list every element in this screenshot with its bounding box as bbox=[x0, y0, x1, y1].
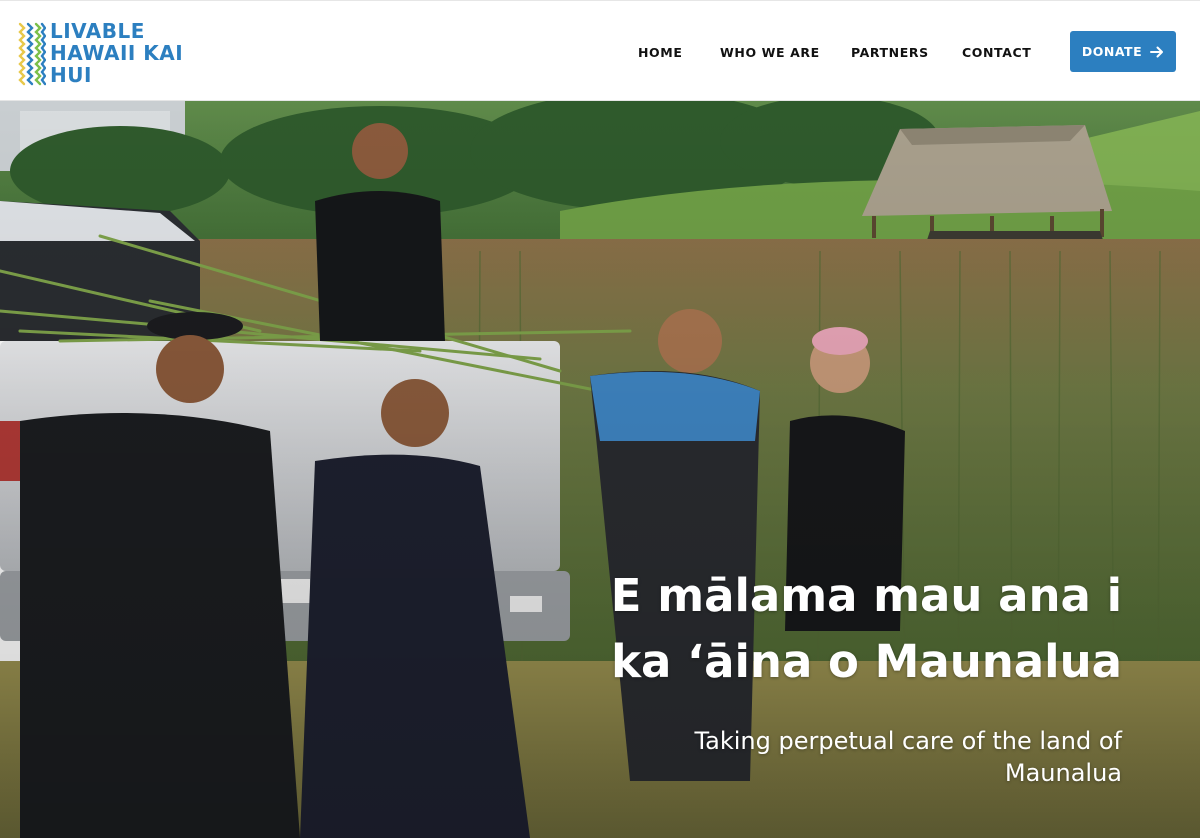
site-header: LIVABLE HAWAII KAI HUI HOME WHO WE ARE P… bbox=[0, 0, 1200, 101]
nav-partners[interactable]: PARTNERS bbox=[851, 45, 929, 60]
donate-button[interactable]: DONATE bbox=[1070, 31, 1176, 72]
hero-title: E mālama mau ana i ka ʻāina o Maunalua bbox=[610, 569, 1122, 688]
logo-line-3: HUI bbox=[50, 63, 92, 87]
nav-home[interactable]: HOME bbox=[638, 45, 682, 60]
arrow-right-icon bbox=[1150, 46, 1164, 57]
logo-line-1: LIVABLE bbox=[50, 19, 145, 43]
hero-subtitle: Taking perpetual care of the land of Mau… bbox=[694, 727, 1122, 787]
nav-who-we-are[interactable]: WHO WE ARE bbox=[720, 45, 820, 60]
nav-contact[interactable]: CONTACT bbox=[962, 45, 1031, 60]
hero-section: E mālama mau ana i ka ʻāina o Maunalua T… bbox=[0, 101, 1200, 838]
donate-label: DONATE bbox=[1081, 44, 1143, 59]
main-nav: HOME WHO WE ARE PARTNERS CONTACT bbox=[0, 45, 1200, 65]
